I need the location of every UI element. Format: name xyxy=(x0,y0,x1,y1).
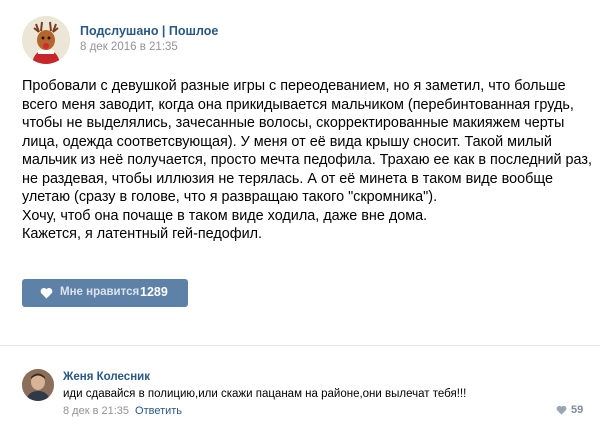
comment-text: иди сдавайся в полицию,или скажи пацанам… xyxy=(63,388,467,400)
post-text-line: Пробовали с девушкой разные игры с перео… xyxy=(22,78,566,94)
like-label: Мне нравится xyxy=(60,286,140,298)
reply-link[interactable]: Ответить xyxy=(135,405,182,417)
post-text-line: Кажется, я латентный гей-педофил. xyxy=(22,226,263,242)
post-text-line: лица, одежда соответсвующая). У меня от … xyxy=(22,133,552,150)
comment-author-link[interactable]: Женя Колесник xyxy=(63,371,150,383)
comment-like-count: 59 xyxy=(571,404,584,416)
post: Подслушано | Пошлое 8 дек 2016 в 21:35 П… xyxy=(0,0,600,340)
like-button[interactable]: Мне нравится 1289 xyxy=(22,279,188,307)
heart-icon xyxy=(40,287,53,299)
divider xyxy=(0,345,600,346)
user-photo-icon xyxy=(22,369,54,401)
group-avatar[interactable] xyxy=(22,16,70,64)
post-text-line: чтобы не выделялись, зачесанные волосы, … xyxy=(22,115,565,131)
comment-author-avatar[interactable] xyxy=(22,369,54,401)
comment-meta: 8 дек в 21:35 Ответить xyxy=(63,405,182,417)
post-text: Пробовали с девушкой разные игры с перео… xyxy=(22,77,592,244)
post-date[interactable]: 8 дек 2016 в 21:35 xyxy=(80,41,178,53)
post-text-line: мальчик из неё получается, просто мечта … xyxy=(22,152,592,168)
post-text-line: улетаю (сразу в голове, что я развращаю … xyxy=(22,189,438,205)
comment-date[interactable]: 8 дек в 21:35 xyxy=(63,405,129,417)
like-count: 1289 xyxy=(140,285,168,299)
heart-icon xyxy=(556,405,567,415)
reindeer-avatar-icon xyxy=(22,16,70,64)
post-text-line: всего меня заводит, когда она прикидывае… xyxy=(22,96,574,113)
post-text-line: не раздевая, чтобы иллюзия не терялась. … xyxy=(22,170,554,187)
group-name-link[interactable]: Подслушано | Пошлое xyxy=(80,24,218,38)
post-text-line: Хочу, чтоб она почаще в таком виде ходил… xyxy=(22,207,428,224)
